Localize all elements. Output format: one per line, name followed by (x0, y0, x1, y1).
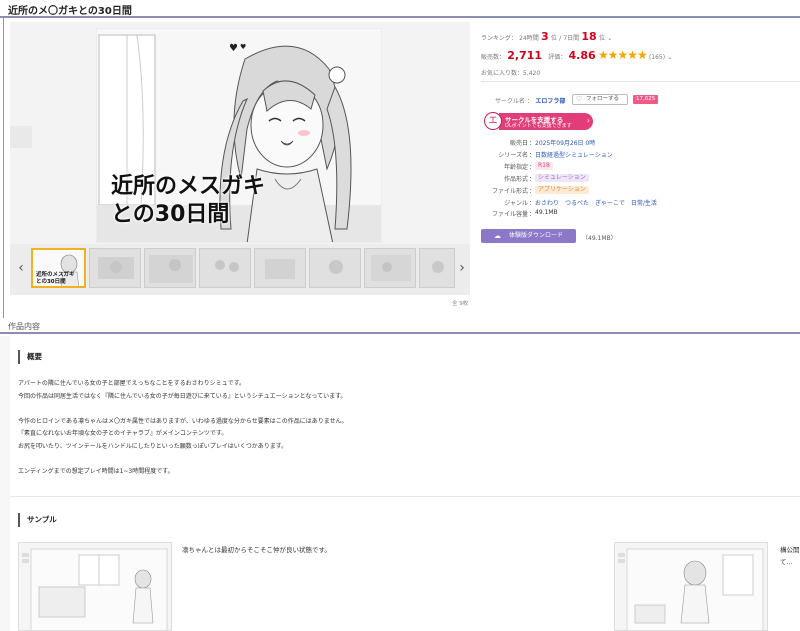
ranking-day-unit: 位 (550, 35, 557, 42)
svg-text:♥: ♥ (240, 43, 246, 51)
support-line-2: DLポイントでも支援できます (505, 123, 572, 129)
circle-label-colon: ： (527, 98, 534, 105)
trial-download-button[interactable]: ☁ 体験版ダウンロード (481, 229, 576, 243)
detail-value[interactable]: 日数経過型シミュレーション (535, 150, 613, 159)
page-title: 近所のメ〇ガキとの30日間 (8, 6, 132, 17)
section-header: 作品内容 (0, 318, 800, 334)
content-area: 概要 アパートの隣に住んでいる女の子と部屋でえっちなことをするおさわりシミュです… (0, 336, 800, 631)
support-circle-button[interactable]: サークルを支援する DLポイントでも支援できます › エ (481, 110, 595, 132)
detail-key: ファイル容量 (491, 211, 528, 218)
ranking-day-rank[interactable]: 3 (541, 30, 549, 43)
cover-title: 近所のメスガキ との30日間 (111, 173, 265, 229)
sample-image-1[interactable] (18, 542, 172, 631)
favorites-count: お気に入り数：5,420 (481, 70, 541, 77)
ranking-separator: / (559, 35, 562, 42)
thumbnail-title: 近所のメスガキ との30日間 (36, 272, 75, 286)
thumbnail-4[interactable] (199, 248, 251, 288)
overview-heading: 概要 (18, 350, 42, 364)
detail-row: ジャンル：おさわり つるぺた ぎゃーこで 日常/生活 (481, 198, 800, 209)
sample-caption-2: 構公開 て... (780, 544, 800, 568)
left-rule (3, 18, 4, 318)
detail-value[interactable]: シミュレーション (535, 174, 589, 182)
cover-title-line-2: との30日間 (111, 202, 230, 227)
sales-label: 販売数： (481, 54, 506, 61)
detail-value[interactable]: おさわり つるぺた ぎゃーこで 日常/生活 (535, 198, 657, 207)
title-bar: 近所のメ〇ガキとの30日間 (0, 0, 800, 18)
rating-count: (165) (648, 54, 666, 61)
gallery-count: 全 9枚 (452, 301, 469, 307)
circle-name-link[interactable]: エロフラ部 (535, 98, 565, 105)
detail-row: 販売日： 2025年09月26日 0時 (481, 138, 800, 149)
rating-label: 評価： (548, 54, 567, 61)
detail-key: ジャンル (504, 200, 528, 207)
thumbnail-2[interactable] (89, 248, 141, 288)
sales-count: 2,711 (507, 49, 543, 62)
follow-button[interactable]: ♡ フォローする (572, 94, 628, 105)
detail-row: 作品形式：シミュレーション (481, 174, 800, 185)
ranking-week-label: 7日間 (563, 35, 580, 42)
ranking-day-label: 24時間 (519, 35, 539, 42)
thumbnail-title-line-1: 近所のメスガキ (36, 272, 75, 278)
chevron-left-icon[interactable]: ‹ (13, 258, 29, 278)
chevron-down-icon[interactable]: ⌄ (607, 35, 612, 42)
download-label: 体験版ダウンロード (509, 232, 564, 239)
sample-caption-2-line-1: 構公開 (780, 546, 800, 554)
rating-chevron-icon[interactable]: ⌄ (667, 54, 672, 61)
detail-value[interactable]: アプリケーション (535, 186, 589, 194)
cover-title-line-1: 近所のメスガキ (111, 174, 266, 199)
detail-key: 販売日 (509, 140, 528, 147)
main-prev-area[interactable] (10, 126, 32, 148)
support-pill: サークルを支援する DLポイントでも支援できます › (499, 113, 593, 130)
detail-row: ファイル容量： 49.1MB (481, 209, 800, 220)
circle-label: サークル名 (495, 98, 525, 105)
sample-heading: サンプル (18, 513, 57, 527)
section-title: 作品内容 (8, 322, 40, 331)
detail-row: 年齢指定： R18 (481, 162, 800, 173)
download-size: （49.1MB） (582, 235, 617, 242)
info-divider (481, 81, 800, 82)
detail-key: ファイル形式 (491, 188, 528, 195)
thumbnail-5[interactable] (254, 248, 306, 288)
ranking-week-unit: 位 (598, 35, 605, 42)
circle-logo-icon: エ (484, 112, 502, 130)
detail-key: シリーズ名 (498, 152, 528, 159)
ranking-label: ランキング： (481, 35, 517, 42)
ranking-week-rank[interactable]: 18 (581, 30, 596, 43)
sample-caption-1: 凛ちゃんとは最初からそこそこ仲が良い状態です。 (182, 546, 331, 554)
heart-icon: ♡ (576, 95, 583, 103)
sales-row: 販売数： 2,711 評価： 4.86 ★★★★★ (165) ⌄ (481, 48, 672, 62)
thumbnail-8[interactable] (419, 248, 455, 288)
ranking-row: ランキング： 24時間 3 位 / 7日間 18 位 ⌄ (481, 30, 612, 43)
thumbnail-7[interactable] (364, 248, 416, 288)
rating-stars-icon: ★★★★★ (597, 48, 648, 62)
detail-key: 作品形式 (503, 176, 528, 183)
sample-image-2[interactable] (614, 542, 768, 631)
thumbnail-title-line-2: との30日間 (36, 279, 66, 285)
content-card: 概要 アパートの隣に住んでいる女の子と部屋でえっちなことをするおさわりシミュです… (10, 336, 800, 631)
detail-row: ファイル形式：アプリケーション (481, 186, 800, 197)
detail-row: シリーズ名：日数経過型シミュレーション (481, 150, 800, 161)
sample-caption-2-line-2: て... (780, 558, 793, 566)
cloud-download-icon: ☁ (494, 232, 501, 240)
thumbnail-6[interactable] (309, 248, 361, 288)
description-text: アパートの隣に住んでいる女の子と部屋でえっちなことをするおさわりシミュです。 今… (18, 380, 348, 475)
svg-text:♥: ♥ (229, 43, 238, 54)
detail-value: 49.1MB (535, 209, 558, 216)
main-image[interactable]: ♥ ♥ 近所のメスガキ との30日間 (96, 28, 382, 243)
follower-count-badge: 17,625 (633, 95, 659, 104)
content-divider (10, 496, 800, 497)
thumbnail-3[interactable] (144, 248, 196, 288)
thumbnail-1[interactable]: 近所のメスガキ との30日間 (31, 248, 86, 288)
detail-key: 年齢指定 (503, 164, 528, 171)
image-viewer: ♥ ♥ 近所のメスガキ との30日間 ‹ 近所のメスガキ との30日間 › (10, 22, 470, 295)
thumbnail-strip: ‹ 近所のメスガキ との30日間 › (10, 244, 470, 295)
detail-value[interactable]: 2025年09月26日 0時 (535, 138, 595, 147)
detail-value[interactable]: R18 (535, 162, 553, 170)
chevron-right-icon[interactable]: › (454, 258, 470, 278)
follow-label: フォローする (586, 96, 620, 102)
chevron-right-icon: › (586, 116, 590, 125)
circle-row: サークル名 ： エロフラ部 (495, 96, 565, 105)
rating-value: 4.86 (568, 49, 596, 62)
